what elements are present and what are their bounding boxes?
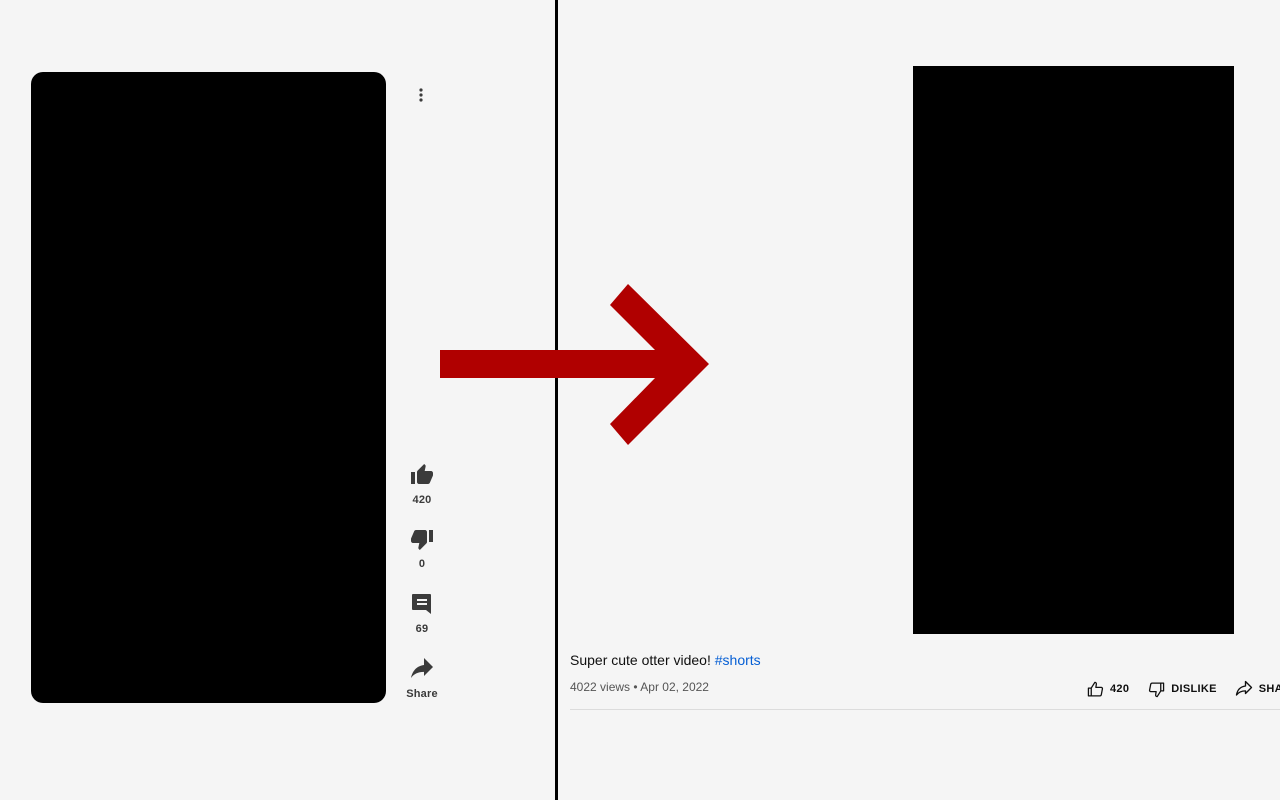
shorts-comment-button[interactable]: 69 (398, 591, 446, 635)
shorts-share-button[interactable]: Share (398, 656, 446, 700)
shorts-video-player[interactable] (31, 72, 386, 703)
meta-separator: • (633, 680, 638, 694)
shorts-dislike-button[interactable]: 0 (398, 526, 446, 570)
watch-video-player[interactable] (913, 66, 1234, 634)
watch-share-button[interactable]: SHARE (1235, 680, 1280, 698)
watch-actions-bar: 420 DISLIKE SHARE (1086, 678, 1280, 700)
watch-like-count: 420 (1110, 683, 1130, 695)
shorts-like-count: 420 (412, 494, 432, 506)
arrow-right-icon (440, 284, 709, 445)
watch-dislike-label: DISLIKE (1171, 683, 1217, 695)
upload-date: Apr 02, 2022 (640, 680, 709, 694)
thumb-down-icon (409, 526, 435, 552)
more-options-button[interactable] (408, 82, 434, 108)
section-separator (570, 709, 1280, 710)
watch-share-label: SHARE (1258, 683, 1280, 695)
thumb-up-outline-icon (1086, 680, 1104, 698)
video-title-text: Super cute otter video! (570, 652, 715, 668)
watch-like-button[interactable]: 420 (1086, 680, 1129, 698)
shorts-dislike-count: 0 (418, 558, 426, 570)
hashtag-link[interactable]: #shorts (715, 652, 761, 668)
video-meta: 4022 views • Apr 02, 2022 (570, 680, 709, 694)
more-vert-icon (419, 88, 423, 102)
thumb-down-outline-icon (1147, 680, 1165, 698)
shorts-like-button[interactable]: 420 (398, 462, 446, 506)
thumb-up-icon (409, 462, 435, 488)
share-icon (409, 656, 435, 682)
shorts-comment-count: 69 (415, 623, 429, 635)
shorts-share-label: Share (406, 688, 438, 700)
video-title: Super cute otter video! #shorts (570, 652, 761, 668)
view-count: 4022 views (570, 680, 631, 694)
comparison-screen: 420 0 69 Share Super cute otter video! #… (0, 0, 1280, 800)
watch-dislike-button[interactable]: DISLIKE (1147, 680, 1217, 698)
share-outline-icon (1235, 680, 1253, 698)
comment-icon (409, 591, 435, 617)
